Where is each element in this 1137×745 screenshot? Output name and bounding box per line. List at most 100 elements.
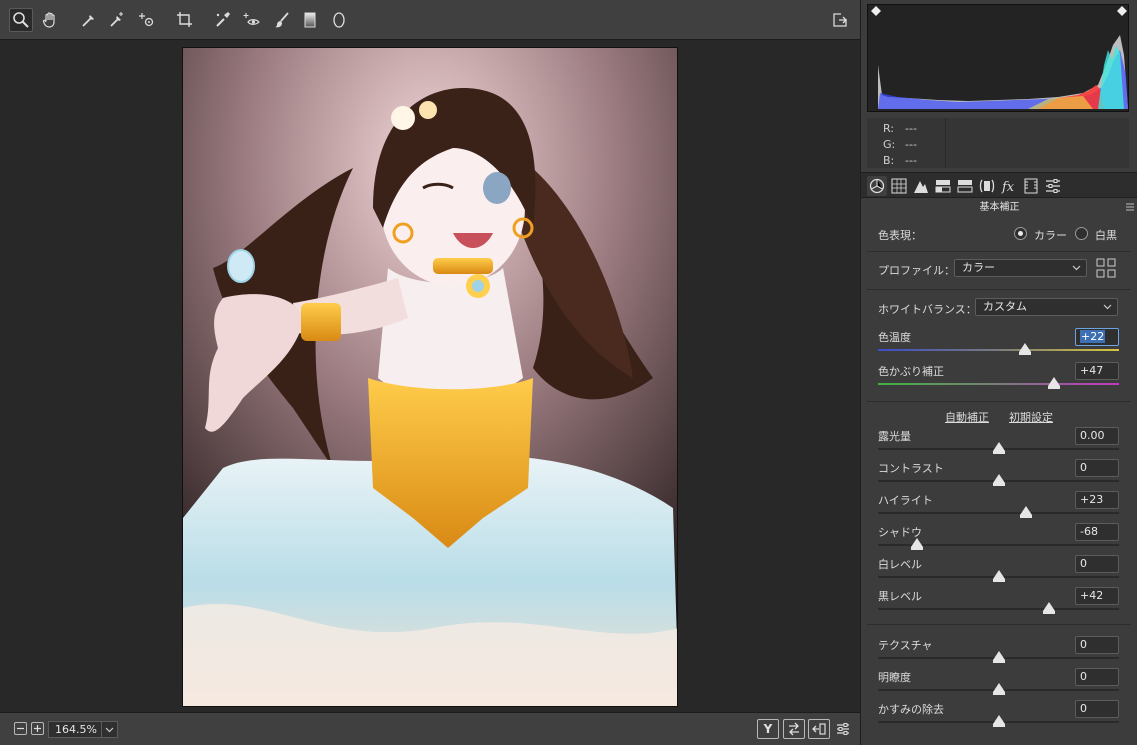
zoom-in-button[interactable] xyxy=(31,722,44,735)
basic-panel-icon[interactable] xyxy=(867,176,887,196)
highlight-clipping-icon[interactable] xyxy=(1117,6,1127,16)
slider-value-exposure[interactable]: 0.00 xyxy=(1075,427,1119,445)
slider-value-text-whites: 0 xyxy=(1080,557,1087,570)
zoom-dropdown[interactable] xyxy=(101,721,118,738)
white-balance-dropdown[interactable]: カスタム xyxy=(975,298,1118,316)
slider-value-text-contrast: 0 xyxy=(1080,461,1087,474)
r-label: R: xyxy=(883,122,895,135)
slider-thumb-contrast[interactable] xyxy=(992,474,1005,486)
status-bar: 164.5% Y xyxy=(0,712,860,745)
split-toning-icon[interactable] xyxy=(955,176,975,196)
slider-value-text-clarity: 0 xyxy=(1080,670,1087,683)
profile-label: プロファイル： xyxy=(878,264,955,277)
treatment-bw-label[interactable]: 白黒 xyxy=(1095,227,1117,243)
panel-tabs: fx xyxy=(861,172,1137,198)
open-object-icon[interactable] xyxy=(828,8,852,32)
hsl-icon[interactable] xyxy=(933,176,953,196)
rgb-readout: R: --- G: --- B: --- xyxy=(867,118,1129,168)
slider-value-whites[interactable]: 0 xyxy=(1075,555,1119,573)
slider-thumb-texture[interactable] xyxy=(992,651,1005,663)
zoom-out-button[interactable] xyxy=(14,722,27,735)
slider-thumb-temp[interactable] xyxy=(1019,343,1031,355)
histogram xyxy=(867,4,1129,112)
zoom-level-field[interactable]: 164.5% xyxy=(48,721,102,738)
copy-settings-button[interactable] xyxy=(808,719,830,739)
preferences-button[interactable] xyxy=(832,719,854,739)
effects-icon[interactable]: fx xyxy=(999,176,1019,196)
slider-thumb-clarity[interactable] xyxy=(992,683,1005,695)
treatment-color-label[interactable]: カラー xyxy=(1034,227,1067,243)
crop-icon[interactable] xyxy=(173,8,197,32)
slider-value-texture[interactable]: 0 xyxy=(1075,636,1119,654)
white-balance-icon[interactable] xyxy=(77,8,101,32)
slider-value-shadows[interactable]: -68 xyxy=(1075,523,1119,541)
slider-thumb-exposure[interactable] xyxy=(992,442,1005,454)
profile-dropdown[interactable]: カラー xyxy=(954,259,1087,277)
treatment-color-radio[interactable] xyxy=(1014,227,1027,240)
slider-track-highlights[interactable] xyxy=(878,512,1119,514)
slider-value-temp[interactable]: +22 xyxy=(1075,328,1119,346)
slider-value-dehaze[interactable]: 0 xyxy=(1075,700,1119,718)
slider-value-text-dehaze: 0 xyxy=(1080,702,1087,715)
slider-value-text-shadows: -68 xyxy=(1080,525,1098,538)
treatment-bw-radio[interactable] xyxy=(1075,227,1088,240)
swap-settings-button[interactable] xyxy=(783,719,805,739)
auto-button[interactable]: 自動補正 xyxy=(945,409,989,425)
red-eye-icon[interactable] xyxy=(240,8,264,32)
profile-value: カラー xyxy=(962,261,995,274)
slider-thumb-blacks[interactable] xyxy=(1043,602,1056,614)
slider-thumb-shadows[interactable] xyxy=(910,538,923,550)
adjustments-panel: R: --- G: --- B: --- fx 基本補正 色表現： カラー 白黒… xyxy=(860,0,1137,745)
slider-thumb-dehaze[interactable] xyxy=(992,715,1005,727)
detail-icon[interactable] xyxy=(911,176,931,196)
slider-value-highlights[interactable]: +23 xyxy=(1075,491,1119,509)
slider-value-text-blacks: +42 xyxy=(1080,589,1104,602)
radial-filter-icon[interactable] xyxy=(327,8,351,32)
graduated-filter-icon[interactable] xyxy=(298,8,322,32)
targeted-adjustment-icon[interactable] xyxy=(135,8,159,32)
color-sampler-icon[interactable] xyxy=(105,8,129,32)
slider-value-text-temp: +22 xyxy=(1080,330,1106,343)
shadow-clipping-icon[interactable] xyxy=(871,6,881,16)
slider-track-tint[interactable] xyxy=(878,383,1119,385)
slider-label-blacks: 黒レベル xyxy=(878,590,922,603)
panel-menu-icon[interactable] xyxy=(1126,203,1134,211)
spot-removal-icon[interactable] xyxy=(211,8,235,32)
image-canvas[interactable] xyxy=(0,40,860,712)
slider-value-clarity[interactable]: 0 xyxy=(1075,668,1119,686)
chevron-down-icon xyxy=(1072,265,1081,271)
slider-value-text-texture: 0 xyxy=(1080,638,1087,651)
photo-preview[interactable] xyxy=(182,47,678,707)
slider-thumb-tint[interactable] xyxy=(1047,377,1060,389)
divider xyxy=(867,624,1131,625)
slider-label-dehaze: かすみの除去 xyxy=(878,703,944,716)
slider-value-blacks[interactable]: +42 xyxy=(1075,587,1119,605)
calibration-icon[interactable] xyxy=(1021,176,1041,196)
slider-value-text-tint: +47 xyxy=(1080,364,1104,377)
zoom-icon[interactable] xyxy=(9,8,33,32)
copy-settings-icon xyxy=(812,723,826,735)
slider-thumb-highlights[interactable] xyxy=(1020,506,1033,518)
before-after-view-button[interactable]: Y xyxy=(757,719,779,739)
adjustment-brush-icon[interactable] xyxy=(270,8,294,32)
slider-track-temp[interactable] xyxy=(878,349,1119,351)
slider-thumb-whites[interactable] xyxy=(992,570,1005,582)
treatment-label: 色表現： xyxy=(878,229,922,242)
tone-curve-icon[interactable] xyxy=(889,176,909,196)
presets-icon[interactable] xyxy=(1043,176,1063,196)
hand-icon[interactable] xyxy=(38,8,62,32)
slider-track-blacks[interactable] xyxy=(878,608,1119,610)
slider-label-highlights: ハイライト xyxy=(878,494,933,507)
profile-browser-icon[interactable] xyxy=(1096,258,1116,278)
default-button[interactable]: 初期設定 xyxy=(1009,409,1053,425)
toolbar xyxy=(0,0,860,40)
b-value: --- xyxy=(905,154,917,167)
slider-label-whites: 白レベル xyxy=(878,558,922,571)
slider-label-temp: 色温度 xyxy=(878,331,911,344)
lens-corrections-icon[interactable] xyxy=(977,176,997,196)
slider-value-contrast[interactable]: 0 xyxy=(1075,459,1119,477)
svg-text:fx: fx xyxy=(1001,180,1015,194)
white-balance-value: カスタム xyxy=(983,300,1027,313)
slider-value-tint[interactable]: +47 xyxy=(1075,362,1119,380)
slider-value-text-highlights: +23 xyxy=(1080,493,1104,506)
